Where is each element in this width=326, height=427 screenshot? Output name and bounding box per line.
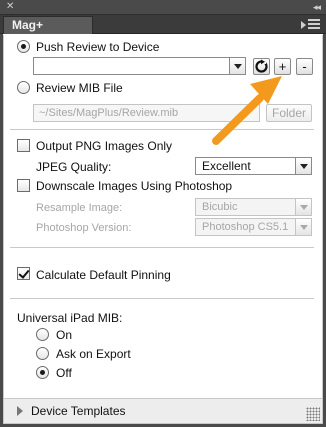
chevron-down-icon[interactable] xyxy=(229,58,245,74)
close-icon[interactable]: ✕ xyxy=(6,1,14,13)
default-pinning-label: Calculate Default Pinning xyxy=(36,268,171,282)
ipad-mib-ask-radio[interactable] xyxy=(36,347,49,360)
device-templates-section[interactable]: Device Templates xyxy=(3,398,323,424)
push-review-radio[interactable] xyxy=(17,40,30,53)
jpeg-quality-value: Excellent xyxy=(202,159,251,173)
output-png-label: Output PNG Images Only xyxy=(36,139,173,153)
collapse-icon[interactable]: ◂◂ xyxy=(313,1,321,13)
photoshop-version-value: Photoshop CS5.1 xyxy=(202,221,289,233)
jpeg-quality-label: JPEG Quality: xyxy=(36,160,112,174)
ipad-mib-heading: Universal iPad MIB: xyxy=(17,311,123,325)
ipad-mib-on-label: On xyxy=(56,328,73,342)
folder-button[interactable]: Folder xyxy=(266,104,312,122)
jpeg-quality-select[interactable]: Excellent xyxy=(195,157,312,175)
resize-grip-icon[interactable] xyxy=(306,407,320,421)
tab-bar: Mag+ Settings xyxy=(0,15,326,48)
mib-path-value: ~/Sites/MagPlus/Review.mib xyxy=(39,107,179,119)
refresh-button[interactable] xyxy=(253,58,270,75)
settings-panel: ✕ ◂◂ Mag+ Settings Push Review to Device… xyxy=(0,0,326,427)
divider xyxy=(10,247,314,248)
review-mib-radio[interactable] xyxy=(17,81,30,94)
chevron-down-icon[interactable] xyxy=(295,199,311,215)
mib-path-field[interactable]: ~/Sites/MagPlus/Review.mib xyxy=(33,104,260,122)
resample-value: Bicubic xyxy=(202,201,238,213)
add-device-button[interactable]: + xyxy=(274,58,291,75)
photoshop-version-select[interactable]: Photoshop CS5.1 xyxy=(195,218,312,236)
panel-menu-icon[interactable] xyxy=(301,19,320,29)
disclosure-triangle-icon[interactable] xyxy=(17,406,23,416)
ipad-mib-ask-label: Ask on Export xyxy=(56,347,131,361)
ipad-mib-off-radio[interactable] xyxy=(36,366,49,379)
downscale-checkbox[interactable] xyxy=(17,179,30,192)
ipad-mib-on-radio[interactable] xyxy=(36,328,49,341)
default-pinning-checkbox[interactable] xyxy=(17,267,30,280)
divider xyxy=(10,129,314,130)
push-review-label: Push Review to Device xyxy=(36,40,160,54)
device-select[interactable] xyxy=(33,57,246,75)
panel-content: Push Review to Device + - Review MIB Fil… xyxy=(3,35,323,424)
output-png-checkbox[interactable] xyxy=(17,139,30,152)
refresh-icon xyxy=(255,59,268,73)
divider xyxy=(10,298,314,299)
device-templates-label: Device Templates xyxy=(31,404,126,418)
resample-select[interactable]: Bicubic xyxy=(195,198,312,216)
chevron-down-icon[interactable] xyxy=(295,219,311,235)
tab-mag-settings[interactable]: Mag+ Settings xyxy=(3,16,93,48)
panel-title-strip: ✕ ◂◂ xyxy=(0,0,326,15)
review-mib-label: Review MIB File xyxy=(36,81,123,95)
chevron-down-icon[interactable] xyxy=(295,158,311,174)
resample-label: Resample Image: xyxy=(36,202,123,214)
ipad-mib-off-label: Off xyxy=(56,366,72,380)
remove-device-button[interactable]: - xyxy=(296,58,313,75)
photoshop-version-label: Photoshop Version: xyxy=(36,222,132,234)
downscale-label: Downscale Images Using Photoshop xyxy=(36,179,233,193)
